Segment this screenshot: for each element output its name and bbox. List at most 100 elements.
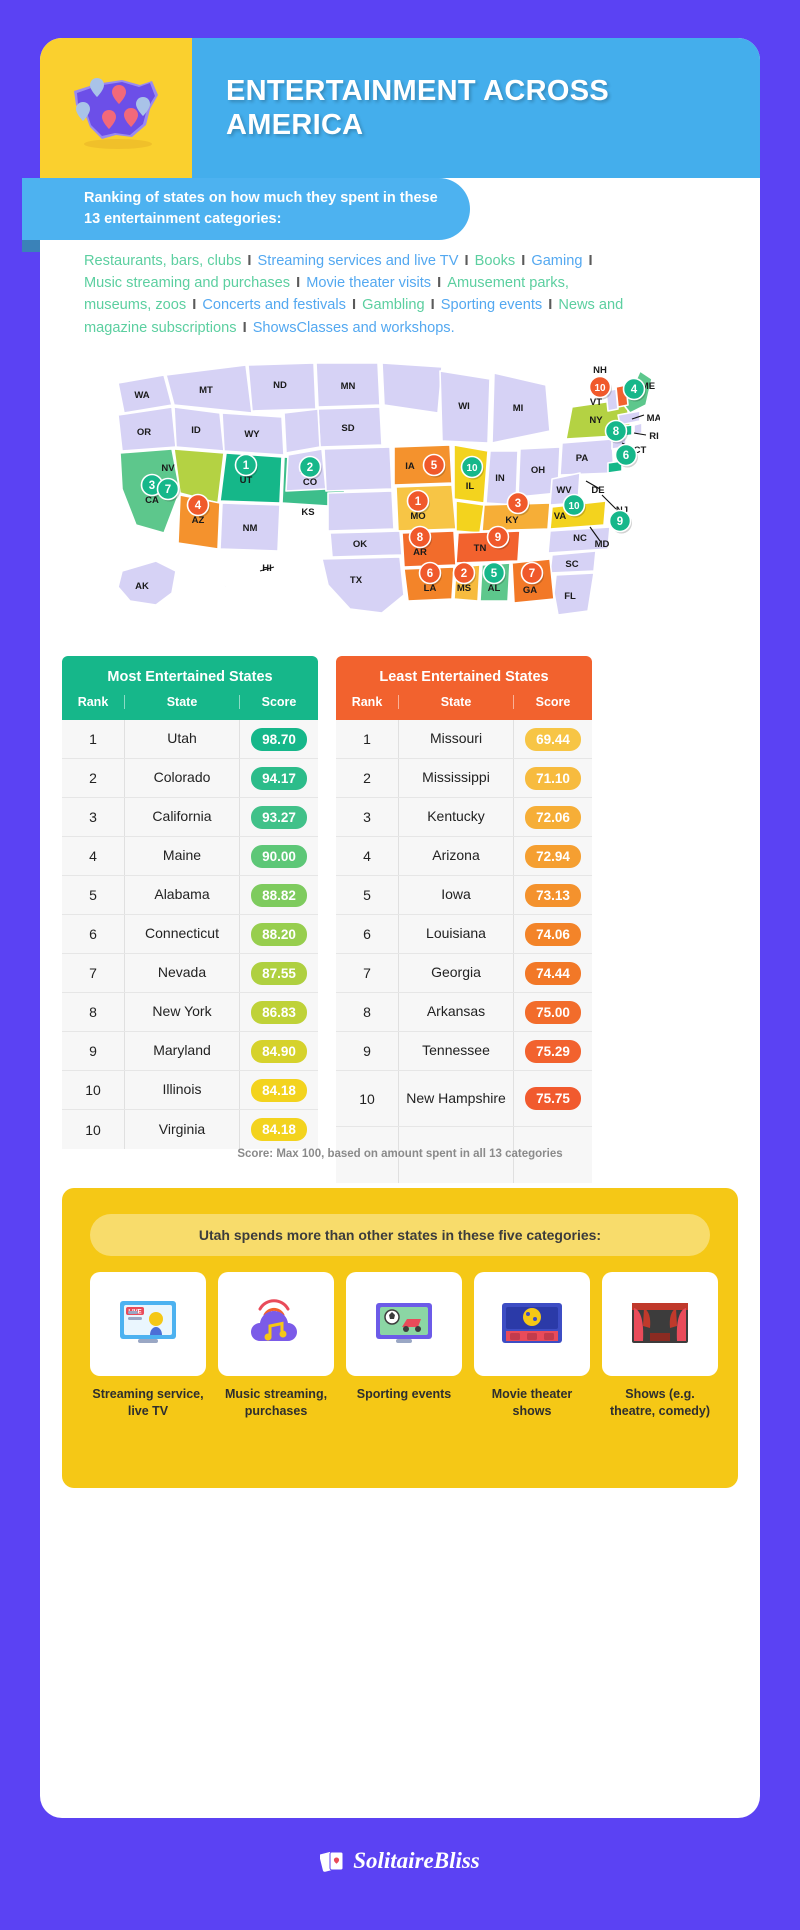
svg-text:WI: WI [458,401,470,412]
panel-heading: Utah spends more than other states in th… [198,1227,602,1243]
table-most-entertained: Most Entertained States Rank State Score 1… [62,656,318,1183]
svg-text:3: 3 [149,480,155,492]
sports-monitor-icon [346,1272,462,1376]
svg-text:NM: NM [243,523,258,534]
svg-text:MI: MI [513,403,524,414]
cell-rank: 8 [363,1004,371,1020]
header-logo [40,38,192,178]
table-least-body: 1 Missouri 69.44 2 Mississippi 71.10 3 Kentucky… [336,720,592,1183]
cell-rank: 10 [359,1090,375,1107]
score-badge: 94.17 [251,766,307,790]
svg-text:10: 10 [466,463,478,474]
cell-rank: 9 [89,1043,97,1059]
cell-score: 74.06 [514,922,592,946]
cell-state: Alabama [124,876,240,914]
panel-heading-pill: Utah spends more than other states in th… [90,1214,710,1256]
category-card-label: Shows (e.g. theatre, comedy) [609,1387,711,1418]
score-badge: 88.82 [251,883,307,907]
score-badge: 72.94 [525,844,581,868]
cell-state: Tennessee [398,1032,514,1070]
svg-text:1: 1 [243,460,250,472]
category-card-label: Sporting events [356,1387,452,1401]
cell-score: 75.00 [514,1000,592,1024]
svg-text:5: 5 [491,568,498,580]
svg-text:8: 8 [417,532,424,544]
category-item: Streaming services and live TV [257,253,459,269]
table-most-header: Most Entertained States [62,656,318,695]
cell-score: 87.55 [240,961,318,985]
score-badge: 75.00 [525,1000,581,1024]
score-badge: 84.18 [251,1078,307,1102]
svg-text:OH: OH [531,465,545,476]
svg-text:MA: MA [647,413,660,424]
usa-choropleth-map: WAOR MTID WY NDMN SDNE KS WIMI INOH OKTX… [60,343,660,633]
svg-text:VA: VA [554,511,567,522]
cell-score: 90.00 [240,844,318,868]
cell-rank: 5 [89,887,97,903]
column-header-score: Score [261,695,297,709]
column-header-score: Score [535,695,571,709]
cell-state: Maine [124,837,240,875]
table-row: 3 California 93.27 [62,798,318,837]
cell-score: 94.17 [240,766,318,790]
cell-rank: 3 [363,809,371,825]
category-item: Movie theater visits [306,275,432,292]
table-least-entertained: Least Entertained States Rank State Score … [336,656,592,1183]
score-badge: 93.27 [251,805,307,829]
table-row: 10 New Hampshire 75.75 [336,1071,592,1127]
table-least-title: Least Entertained States [379,669,549,685]
score-badge: 69.44 [525,727,581,751]
cell-state: Iowa [398,876,514,914]
svg-text:2: 2 [461,568,467,580]
svg-text:GA: GA [523,585,537,596]
svg-text:WV: WV [556,485,572,496]
table-row: 7 Nevada 87.55 [62,954,318,993]
subtitle-text: Ranking of states on how much they spent… [84,189,438,227]
svg-text:ID: ID [191,425,201,436]
cell-state: Georgia [398,954,514,992]
score-badge: 71.10 [525,766,581,790]
category-card-list: LIVE Streaming service, live TV Music st… [90,1272,718,1419]
category-separator: I [347,297,361,314]
svg-text:OR: OR [137,427,151,438]
category-separator: I [188,297,201,314]
category-separator: I [517,253,530,269]
score-badge: 88.20 [251,922,307,946]
score-badge: 74.44 [525,961,581,985]
cell-state: New York [124,993,240,1031]
svg-text:6: 6 [427,568,433,580]
cell-state: Mississippi [398,759,514,797]
table-row: 1 Missouri 69.44 [336,720,592,759]
svg-text:TN: TN [474,543,487,554]
category-item: Books [474,253,516,269]
infographic-page: ENTERTAINMENT ACROSS AMERICA Ranking of … [0,0,800,1930]
cell-score: 98.70 [240,727,318,751]
svg-text:2: 2 [307,462,313,474]
category-item: Concerts and festivals [202,297,346,314]
usa-map-pins-icon [74,78,158,149]
table-least-header: Least Entertained States [336,656,592,695]
svg-text:NY: NY [589,415,603,426]
cell-rank: 7 [89,965,97,981]
cell-rank: 2 [89,770,97,786]
category-separator: I [460,253,473,269]
svg-text:IA: IA [405,461,415,472]
cell-rank: 2 [363,770,371,786]
category-item: Gambling [362,297,425,314]
playing-cards-icon [320,1851,344,1872]
category-card: Shows (e.g. theatre, comedy) [602,1272,718,1419]
score-badge: 73.13 [525,883,581,907]
cell-score: 75.75 [514,1087,592,1110]
subtitle-pill-tail [22,240,40,252]
cell-score: 84.18 [240,1078,318,1102]
score-badge: 72.06 [525,805,581,829]
table-row: 4 Arizona 72.94 [336,837,592,876]
category-item: Sporting events [440,297,543,314]
svg-text:SC: SC [565,559,578,570]
svg-text:NV: NV [161,463,175,474]
score-badge: 75.29 [525,1039,581,1063]
cell-score: 72.06 [514,805,592,829]
category-separator: I [292,275,305,292]
column-header-rank: Rank [351,695,383,709]
cell-score: 72.94 [514,844,592,868]
